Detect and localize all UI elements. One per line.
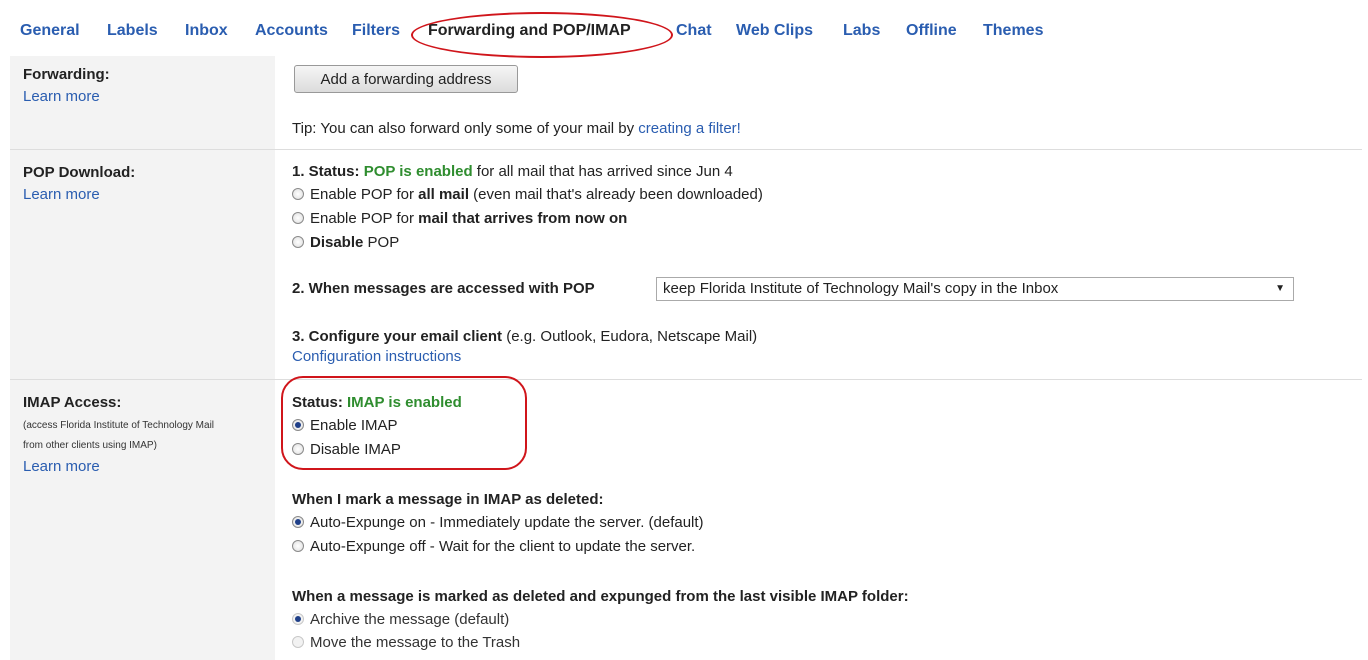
tab-labels[interactable]: Labels	[107, 22, 158, 40]
trash-label: Move the message to the Trash	[310, 634, 521, 651]
tab-filters[interactable]: Filters	[352, 22, 400, 40]
trash-option[interactable]: Move the message to the Trash	[292, 634, 520, 651]
pop-access-label: 2. When messages are accessed with POP	[292, 280, 595, 297]
imap-description-1: (access Florida Institute of Technology …	[23, 420, 215, 431]
auto-expunge-off-option[interactable]: Auto-Expunge off - Wait for the client t…	[292, 538, 695, 555]
chevron-down-icon: ▼	[1275, 283, 1285, 294]
pop-option-text: Enable POP for	[310, 186, 419, 203]
auto-expunge-off-label: Auto-Expunge off - Wait for the client t…	[310, 538, 696, 555]
forwarding-tip: Tip: You can also forward only some of y…	[292, 120, 741, 137]
pop-option-bold: mail that arrives from now on	[418, 210, 628, 227]
annotation-oval-imap-status	[281, 376, 527, 470]
tab-chat[interactable]: Chat	[676, 22, 712, 40]
tab-inbox[interactable]: Inbox	[185, 22, 228, 40]
imap-description-2: from other clients using IMAP)	[23, 440, 157, 451]
add-forwarding-address-button[interactable]: Add a forwarding address	[294, 65, 518, 93]
tab-labs[interactable]: Labs	[843, 22, 880, 40]
pop-option-text: Enable POP for	[310, 210, 419, 227]
pop-label-column	[10, 150, 275, 380]
pop-access-select[interactable]: keep Florida Institute of Technology Mai…	[656, 277, 1294, 301]
forwarding-tip-text: Tip: You can also forward only some of y…	[292, 120, 639, 137]
pop-download-section: POP Download: Learn more	[10, 150, 1362, 380]
tab-themes[interactable]: Themes	[983, 22, 1043, 40]
radio-pop-from-now[interactable]	[292, 212, 304, 224]
imap-learn-more-link[interactable]: Learn more	[23, 458, 100, 475]
radio-archive[interactable]	[292, 613, 304, 625]
configure-client-suffix: (e.g. Outlook, Eudora, Netscape Mail)	[502, 328, 758, 345]
tab-general[interactable]: General	[20, 22, 80, 40]
radio-pop-all-mail[interactable]	[292, 188, 304, 200]
radio-trash[interactable]	[292, 636, 304, 648]
pop-option-bold: Disable	[310, 234, 364, 251]
imap-access-heading: IMAP Access:	[23, 394, 122, 411]
pop-option-text: POP	[363, 234, 400, 251]
pop-download-heading: POP Download:	[23, 164, 136, 181]
auto-expunge-on-option[interactable]: Auto-Expunge on - Immediately update the…	[292, 514, 704, 531]
pop-status-label: 1. Status:	[292, 163, 364, 180]
radio-auto-expunge-off[interactable]	[292, 540, 304, 552]
tab-accounts[interactable]: Accounts	[255, 22, 328, 40]
annotation-oval-tab	[411, 12, 673, 58]
imap-expunged-heading: When a message is marked as deleted and …	[292, 588, 909, 605]
radio-pop-disable[interactable]	[292, 236, 304, 248]
forwarding-heading: Forwarding:	[23, 66, 110, 83]
archive-option[interactable]: Archive the message (default)	[292, 611, 509, 628]
configure-client-line: 3. Configure your email client (e.g. Out…	[292, 328, 757, 345]
pop-access-selected: keep Florida Institute of Technology Mai…	[663, 280, 1059, 297]
creating-filter-link[interactable]: creating a filter!	[638, 120, 741, 137]
imap-deleted-heading: When I mark a message in IMAP as deleted…	[292, 491, 604, 508]
pop-status-suffix: for all mail that has arrived since Jun …	[472, 163, 733, 180]
auto-expunge-on-label: Auto-Expunge on - Immediately update the…	[310, 514, 704, 531]
pop-status-line: 1. Status: POP is enabled for all mail t…	[292, 163, 733, 180]
tab-web-clips[interactable]: Web Clips	[736, 22, 813, 40]
forwarding-learn-more-link[interactable]: Learn more	[23, 88, 100, 105]
pop-status-value: POP is enabled	[363, 163, 473, 180]
pop-option-from-now[interactable]: Enable POP for mail that arrives from no…	[292, 210, 627, 227]
archive-label: Archive the message (default)	[310, 611, 510, 628]
pop-option-text: (even mail that's already been downloade…	[468, 186, 763, 203]
radio-auto-expunge-on[interactable]	[292, 516, 304, 528]
pop-option-disable[interactable]: Disable POP	[292, 234, 399, 251]
configuration-instructions-link[interactable]: Configuration instructions	[292, 348, 461, 365]
pop-option-all-mail[interactable]: Enable POP for all mail (even mail that'…	[292, 186, 763, 203]
pop-option-bold: all mail	[418, 186, 469, 203]
tab-offline[interactable]: Offline	[906, 22, 957, 40]
configure-client-label: 3. Configure your email client	[292, 328, 503, 345]
pop-learn-more-link[interactable]: Learn more	[23, 186, 100, 203]
